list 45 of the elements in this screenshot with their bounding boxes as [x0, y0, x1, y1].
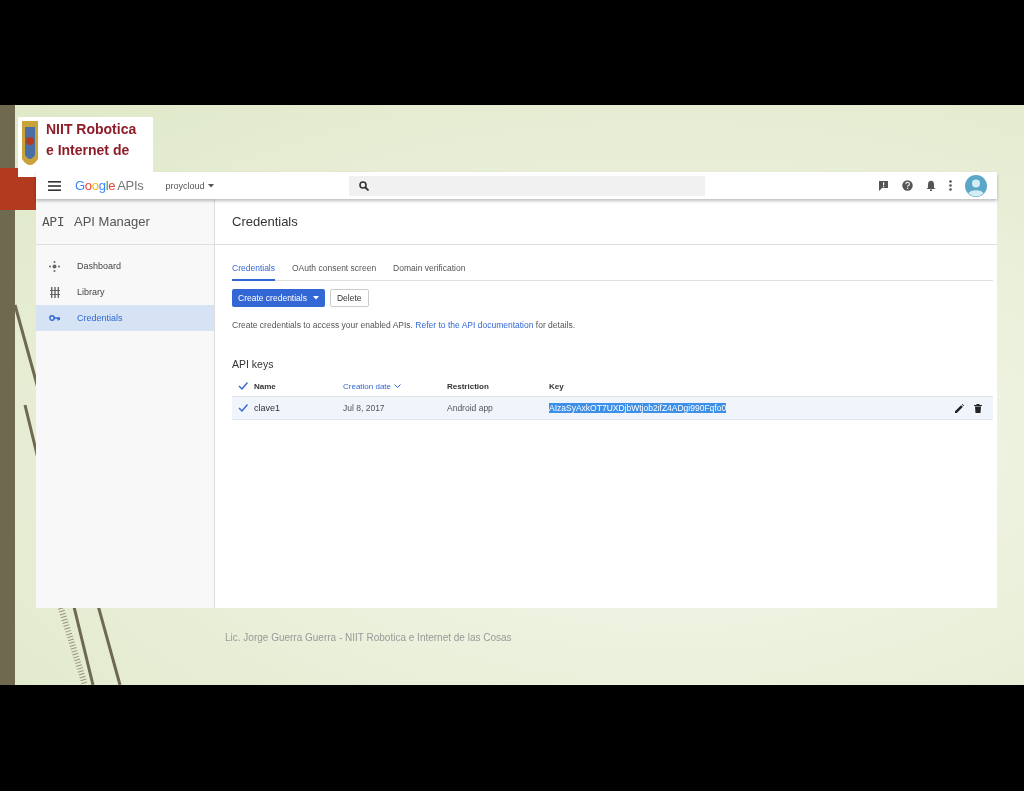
sort-caret-icon	[394, 383, 402, 389]
library-icon	[49, 286, 60, 298]
search-icon	[359, 180, 370, 191]
menu-icon[interactable]	[48, 180, 61, 191]
sidebar-title: API Manager	[74, 214, 150, 229]
project-selector[interactable]: proycloud	[165, 180, 215, 191]
checkbox[interactable]	[238, 381, 248, 391]
caret-icon	[208, 183, 215, 188]
footer-text: Lic. Jorge Guerra Guerra - NIIT Robotica e Internet de las Cosas	[225, 632, 512, 643]
edit-icon[interactable]	[955, 403, 964, 413]
help-icon[interactable]	[902, 180, 913, 191]
key-icon	[49, 314, 60, 322]
column-header[interactable]: Key	[549, 381, 955, 391]
table-cell-text: clave1	[254, 403, 281, 413]
logo-text: NIIT Robotica	[46, 120, 137, 139]
info-text: Create credentials to access your enabled APIs. Refer to the API documentation for details.	[232, 320, 576, 330]
column-header[interactable]: Restriction	[447, 381, 549, 391]
feedback-icon[interactable]	[878, 180, 889, 191]
column-header[interactable]: Name	[254, 381, 343, 391]
tab[interactable]: Credentials	[232, 259, 275, 281]
tab[interactable]: OAuth consent screen	[292, 259, 377, 281]
delete-button[interactable]: Delete	[330, 289, 369, 307]
sidebar-item[interactable]: Credentials	[36, 305, 214, 331]
more-icon[interactable]	[949, 180, 952, 191]
tab[interactable]: Domain verification	[393, 259, 466, 281]
create-credentials-button[interactable]: Create credentials	[232, 289, 325, 307]
column-header[interactable]: Creation date	[343, 381, 447, 391]
sidebar-item[interactable]: Library	[36, 279, 214, 305]
table-cell-text: Jul 8, 2017	[343, 403, 386, 413]
section-title: API keys	[232, 358, 275, 370]
caret-icon	[313, 296, 319, 300]
logo-text: e Internet de	[46, 141, 131, 160]
sidebar-item[interactable]: Dashboard	[36, 253, 214, 279]
api-glyph: API	[42, 214, 64, 229]
checkbox[interactable]	[238, 403, 248, 413]
notifications-icon[interactable]	[926, 180, 936, 191]
page-title: Credentials	[232, 214, 298, 229]
documentation-link[interactable]: Refer to the API documentation	[415, 320, 534, 330]
search-field[interactable]	[349, 175, 706, 196]
brand-logo[interactable]: GoogleAPIs	[75, 178, 144, 193]
delete-icon[interactable]	[974, 403, 982, 413]
table-cell-text: Android app	[447, 403, 494, 413]
avatar-icon[interactable]	[965, 174, 987, 197]
dashboard-icon	[49, 260, 60, 272]
api-key-text: AIzaSyAxkOT7UXDjbWtjob2ifZ4ADgi990Fqfo0	[549, 403, 727, 413]
